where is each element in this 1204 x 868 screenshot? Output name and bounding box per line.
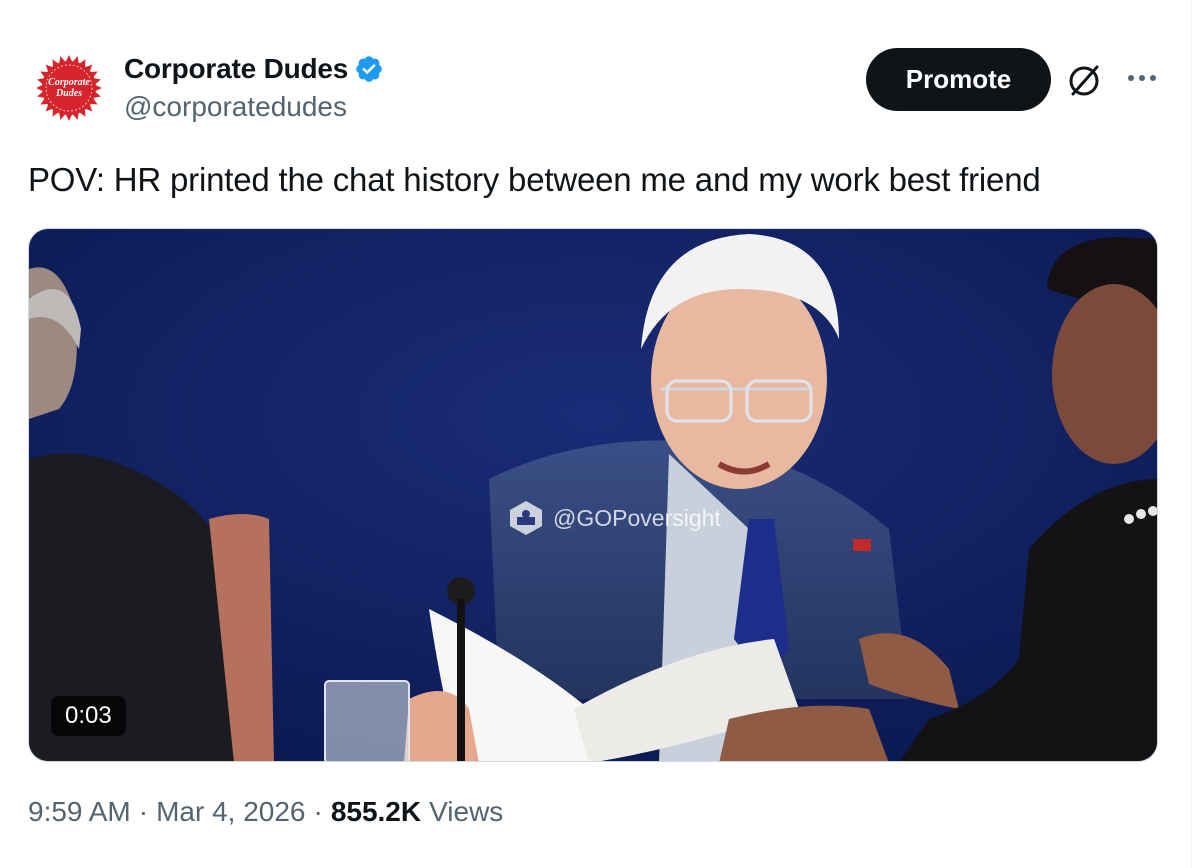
author-handle[interactable]: @corporatedudes [124, 91, 347, 123]
author-name-row: Corporate Dudes [124, 52, 384, 86]
more-icon[interactable] [1122, 60, 1162, 96]
promote-button[interactable]: Promote [866, 48, 1051, 111]
video-duration-badge: 0:03 [51, 696, 126, 736]
avatar-badge-icon: Corporate Dudes [36, 55, 102, 121]
more-dot [1150, 75, 1156, 81]
more-dot [1139, 75, 1145, 81]
grok-icon[interactable] [1064, 60, 1104, 100]
avatar-text-line2: Dudes [55, 88, 82, 99]
verified-badge-icon[interactable] [354, 54, 384, 84]
avatar-text-line1: Corporate [48, 77, 90, 88]
views-count[interactable]: 855.2K [331, 796, 421, 828]
tweet-date[interactable]: Mar 4, 2026 [156, 796, 305, 828]
divider [1191, 0, 1192, 868]
views-label[interactable]: Views [429, 796, 503, 828]
tweet-text: POV: HR printed the chat history between… [28, 161, 1041, 198]
tweet-meta: 9:59 AM · Mar 4, 2026 · 855.2K Views [28, 796, 503, 828]
video-player[interactable]: @GOPoversight 0:03 [28, 228, 1158, 762]
meta-separator: · [313, 796, 323, 827]
capitol-seal-icon [510, 501, 542, 535]
more-dot [1128, 75, 1134, 81]
video-frame [29, 229, 1157, 761]
tweet-time[interactable]: 9:59 AM [28, 796, 131, 828]
author-display-name[interactable]: Corporate Dudes [124, 53, 348, 85]
avatar[interactable]: Corporate Dudes [35, 54, 103, 122]
video-watermark: @GOPoversight [507, 499, 721, 537]
meta-separator: · [138, 796, 149, 827]
watermark-text: @GOPoversight [553, 504, 721, 531]
